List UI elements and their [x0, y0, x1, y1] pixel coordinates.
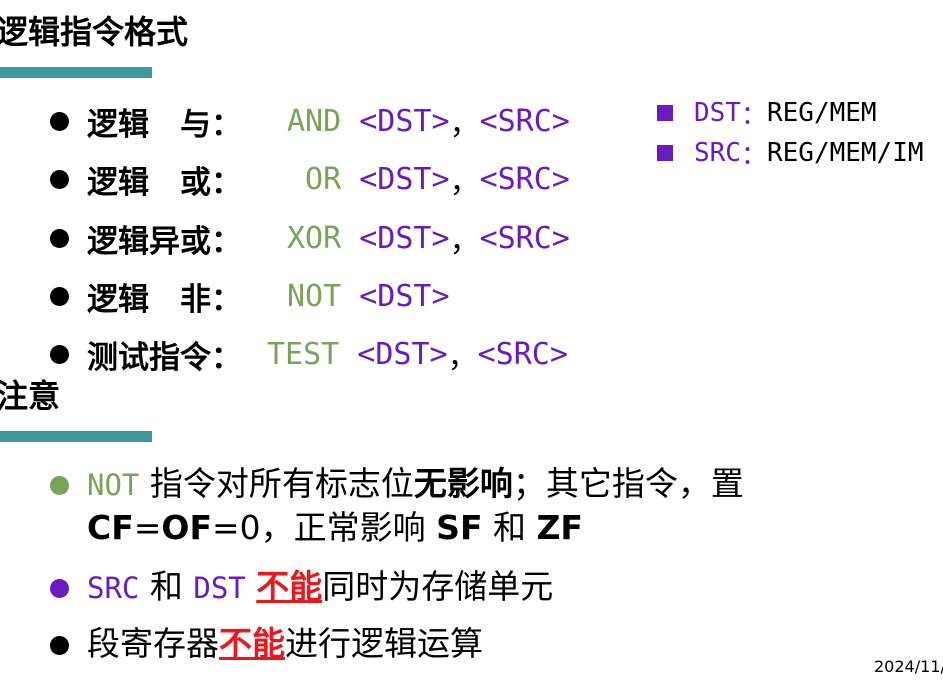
instruction-opcode: NOT: [287, 278, 342, 314]
instruction-operand: <SRC>: [477, 336, 568, 372]
instruction-row: 逻辑 或： OR <DST>， <SRC>: [50, 157, 570, 201]
bullet-dot-icon: [50, 636, 69, 655]
title-underline-bar: [0, 431, 152, 442]
instruction-label: 逻辑 或：: [87, 164, 242, 201]
instruction-opcode: AND: [287, 103, 342, 139]
side-note-sep: ：: [740, 140, 767, 171]
instruction-row: 逻辑异或： XOR <DST>， <SRC>: [50, 216, 570, 260]
note-1-line-1: NOT 指令对所有标志位无影响；其它指令，置: [50, 462, 744, 507]
instruction-label: 逻辑 非：: [87, 281, 242, 318]
side-note-value: REG/MEM/IM: [766, 138, 924, 168]
instruction-row: 测试指令： TEST <DST>， <SRC>: [50, 332, 568, 376]
section-title-format: 逻辑指令格式: [0, 13, 189, 51]
side-note-sep: ：: [740, 100, 767, 131]
instruction-operand: ，: [447, 340, 478, 375]
instruction-opcode: XOR: [287, 220, 342, 256]
bullet-dot-icon: [50, 111, 69, 131]
instruction-operand: <DST>: [341, 278, 450, 314]
side-note-key: SRC: [694, 138, 741, 168]
note-1-line-2: CF=OF=0，正常影响 SF 和 ZF: [87, 508, 583, 547]
instruction-operand: ，: [449, 107, 480, 142]
instruction-operand: <SRC>: [479, 220, 570, 256]
emphasis-red: 不能: [256, 567, 323, 606]
instruction-operand: ，: [449, 224, 480, 259]
instruction-operand: <DST>: [341, 220, 450, 256]
note-3: 段寄存器不能进行逻辑运算: [50, 622, 483, 666]
bullet-dot-icon: [50, 286, 69, 306]
bullet-dot-icon: [50, 579, 69, 598]
side-note-key: DST: [694, 98, 741, 128]
instruction-operand: <SRC>: [479, 161, 570, 197]
side-note-src: SRC ： REG/MEM/IM: [657, 138, 924, 171]
instruction-row: 逻辑 非： NOT <DST>: [50, 274, 450, 318]
bullet-dot-icon: [50, 476, 69, 495]
instruction-row: 逻辑 与： AND <DST>， <SRC>: [50, 99, 570, 143]
side-note-dst: DST ： REG/MEM: [657, 98, 877, 131]
instruction-operand: <DST>: [341, 103, 450, 139]
instruction-label: 测试指令：: [87, 339, 242, 376]
instruction-label: 逻辑 与：: [87, 106, 242, 143]
instruction-label: 逻辑异或：: [87, 223, 242, 260]
title-underline-bar: [0, 67, 152, 78]
instruction-operand: ，: [449, 165, 480, 200]
bullet-dot-icon: [50, 344, 69, 364]
square-bullet-icon: [657, 145, 673, 161]
note-opcode: NOT: [87, 468, 140, 502]
bullet-dot-icon: [50, 228, 69, 248]
instruction-opcode: OR: [287, 161, 342, 197]
instruction-opcode: TEST: [267, 336, 340, 372]
instruction-operand: <DST>: [341, 161, 450, 197]
bullet-dot-icon: [50, 169, 69, 189]
side-note-value: REG/MEM: [766, 98, 877, 128]
emphasis-red: 不能: [219, 624, 285, 663]
instruction-operand: <DST>: [339, 336, 448, 372]
instruction-operand: <SRC>: [479, 103, 570, 139]
square-bullet-icon: [657, 105, 673, 121]
note-2: SRC 和 DST 不能同时为存储单元: [50, 565, 553, 610]
section-title-notes: 注意: [0, 377, 61, 415]
footer-date: 2024/11/: [874, 657, 943, 676]
